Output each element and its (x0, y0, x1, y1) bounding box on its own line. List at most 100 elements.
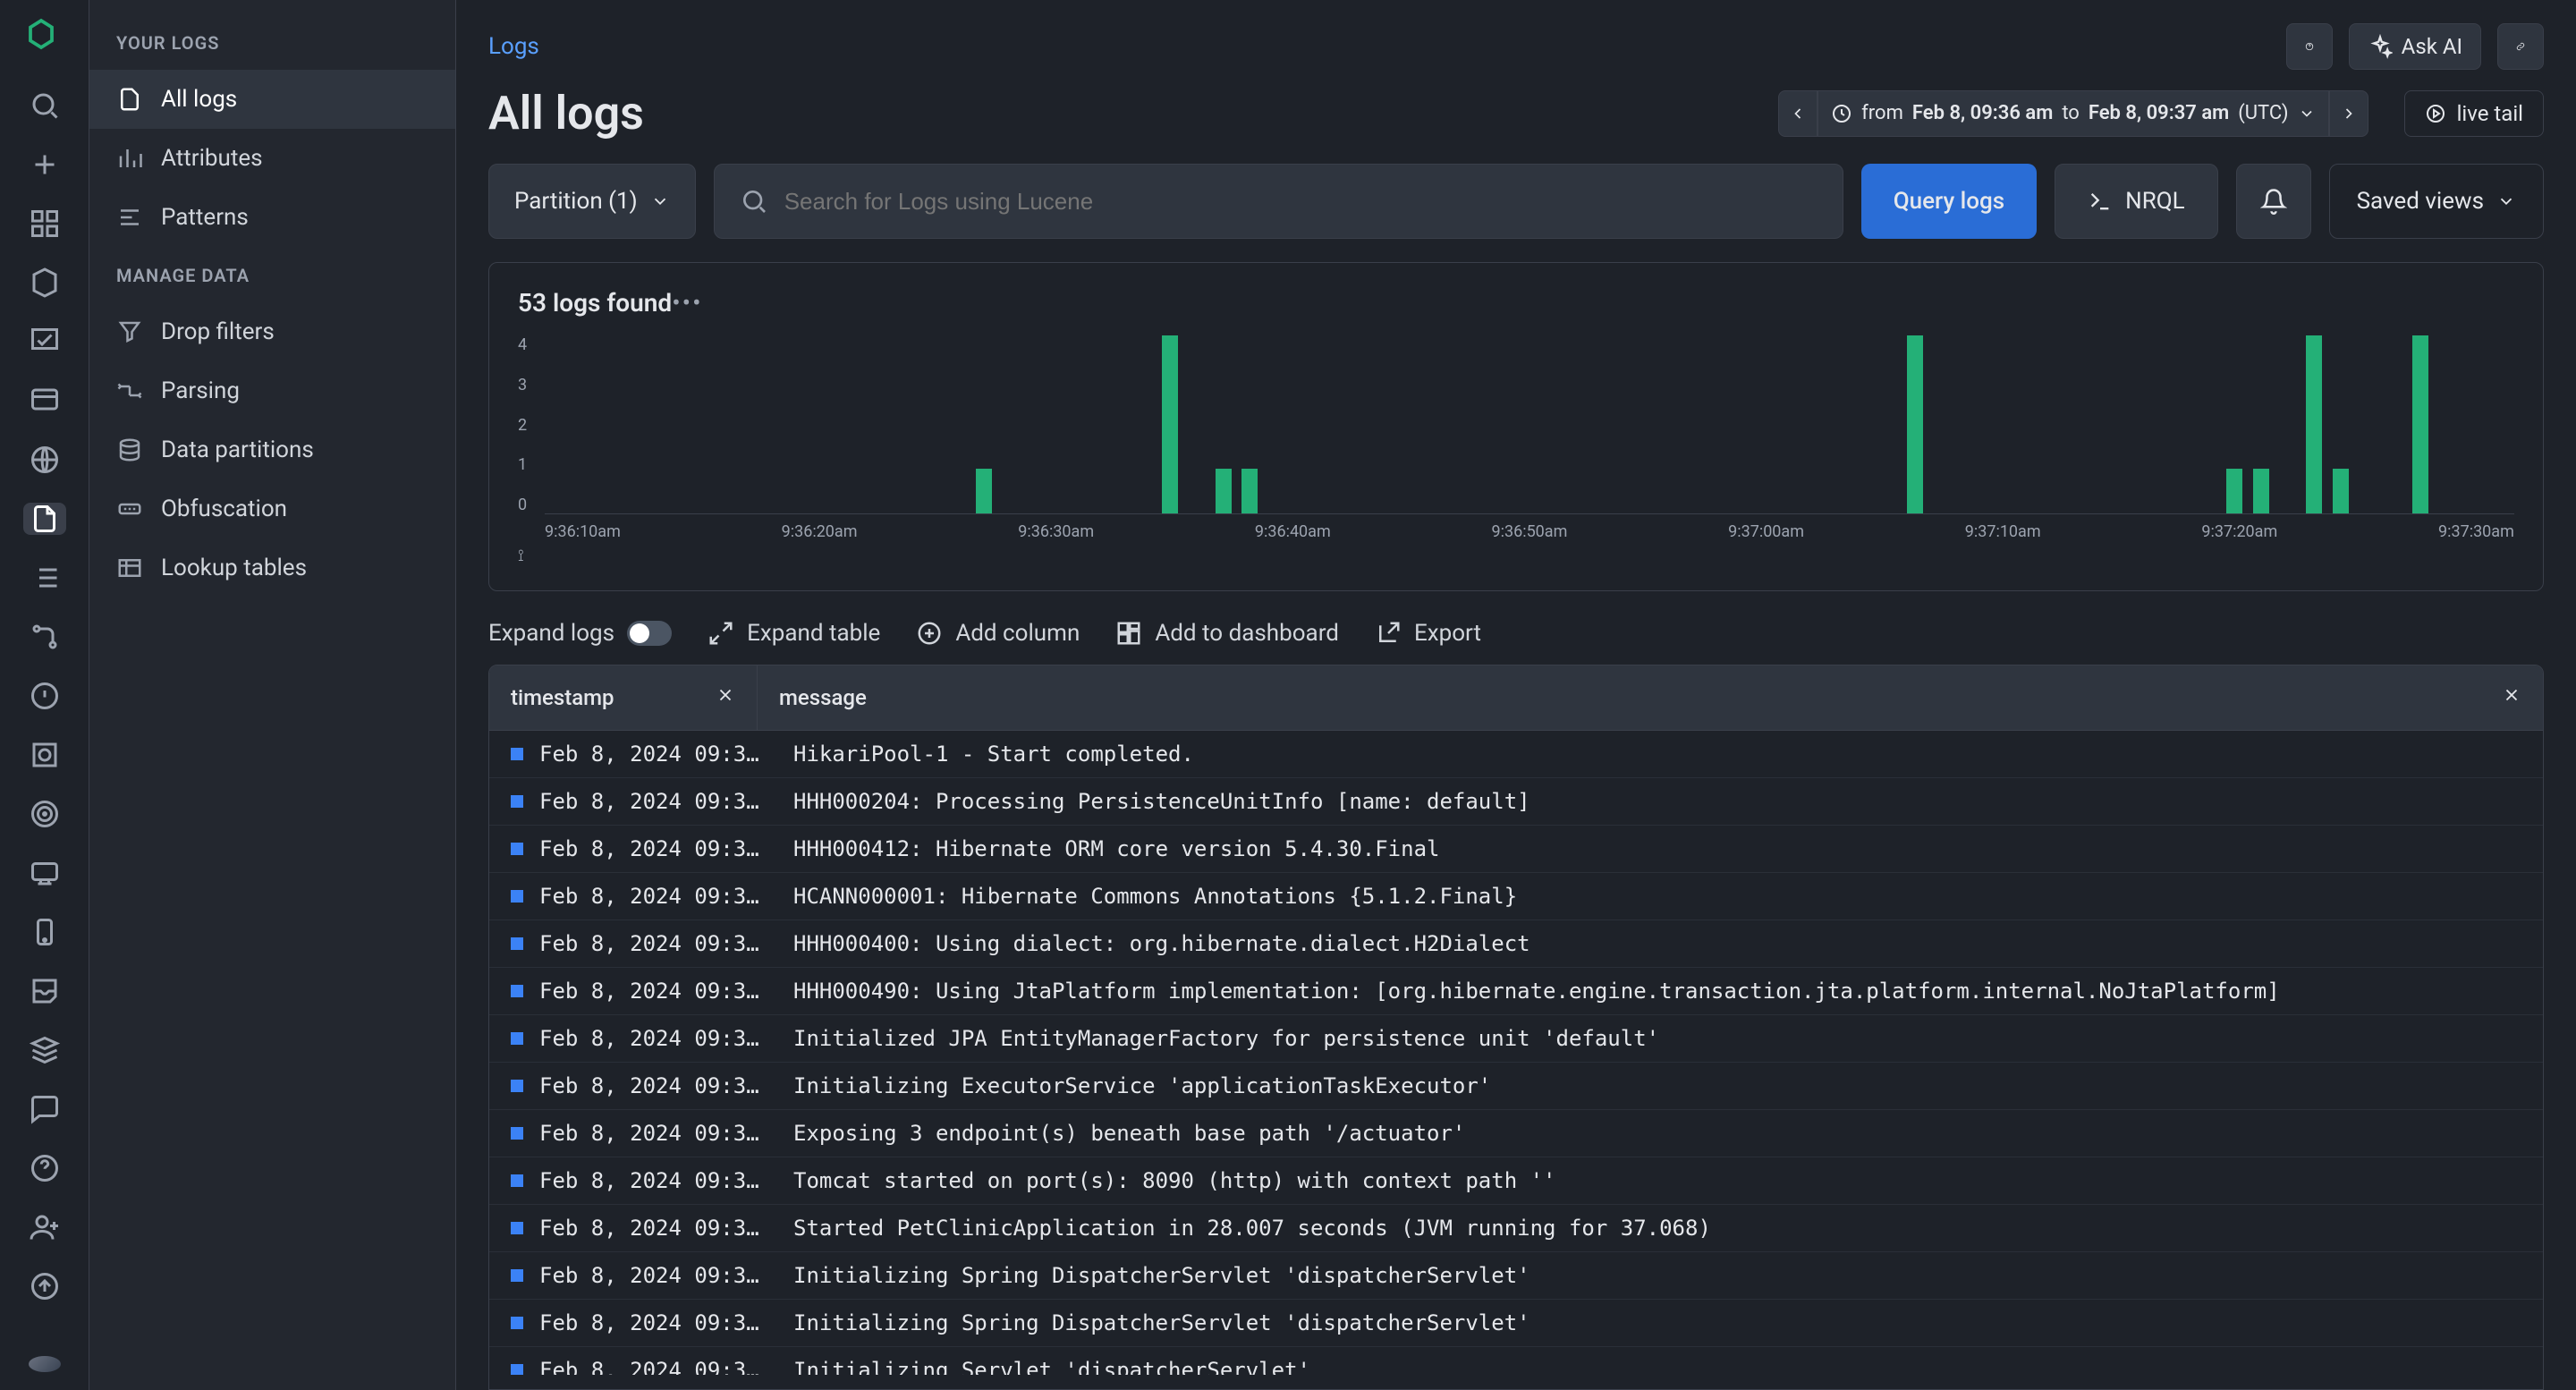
chart-bar-col (1982, 335, 2009, 513)
chart-bar[interactable] (1907, 335, 1923, 513)
query-logs-button[interactable]: Query logs (1861, 164, 2037, 239)
export-button[interactable]: Export (1375, 620, 1481, 647)
sidebar-item-obfuscation[interactable]: Obfuscation (89, 479, 455, 538)
toggle-switch[interactable] (627, 621, 672, 646)
add-column-button[interactable]: Add column (916, 620, 1080, 647)
table-header: timestamp message (489, 665, 2543, 731)
rail-traces[interactable] (23, 621, 66, 653)
message-cell: HHH000400: Using dialect: org.hibernate.… (772, 931, 2521, 956)
table-row[interactable]: Feb 8, 2024 09:36:…Started PetClinicAppl… (489, 1205, 2543, 1252)
partition-button[interactable]: Partition (1) (488, 164, 696, 239)
sidebar-item-patterns[interactable]: Patterns (89, 188, 455, 247)
sidebar-item-lookup[interactable]: Lookup tables (89, 538, 455, 598)
saved-views-button[interactable]: Saved views (2329, 164, 2544, 239)
table-row[interactable]: Feb 8, 2024 09:36:…HHH000412: Hibernate … (489, 826, 2543, 873)
chart-bar[interactable] (1162, 335, 1178, 513)
rail-entities[interactable] (23, 267, 66, 299)
timestamp-cell: Feb 8, 2024 09:36:… (539, 931, 772, 956)
th-timestamp[interactable]: timestamp (489, 665, 758, 730)
table-row[interactable]: Feb 8, 2024 09:36:…HHH000204: Processing… (489, 778, 2543, 826)
sidebar-label: Attributes (161, 145, 263, 172)
rail-apps[interactable] (23, 208, 66, 240)
sidebar-item-partitions[interactable]: Data partitions (89, 420, 455, 479)
rail-add[interactable] (23, 148, 66, 181)
sidebar-item-parsing[interactable]: Parsing (89, 361, 455, 420)
rail-mobile[interactable] (23, 916, 66, 948)
rail-errors[interactable] (23, 680, 66, 712)
rail-logs[interactable] (23, 503, 66, 535)
sidebar-item-drop-filters[interactable]: Drop filters (89, 302, 455, 361)
add-dashboard-button[interactable]: Add to dashboard (1115, 620, 1339, 647)
sidebar-item-attributes[interactable]: Attributes (89, 129, 455, 188)
link-icon (2516, 34, 2525, 59)
chart-bar-col (2062, 335, 2089, 513)
chart-bar[interactable] (1241, 469, 1258, 513)
rail-browser[interactable] (23, 385, 66, 417)
chart-plot[interactable] (545, 335, 2514, 514)
chart-bar-col (1183, 335, 1210, 513)
ask-ai-button[interactable]: Ask AI (2349, 23, 2481, 70)
rail-dashboards[interactable] (23, 326, 66, 358)
table-row[interactable]: Feb 8, 2024 09:36:…HHH000400: Using dial… (489, 920, 2543, 968)
table-row[interactable]: Feb 8, 2024 09:37:…Initializing Spring D… (489, 1252, 2543, 1300)
expand-logs-toggle[interactable]: Expand logs (488, 620, 672, 647)
table-row[interactable]: Feb 8, 2024 09:36:…HCANN000001: Hibernat… (489, 873, 2543, 920)
chart-bar[interactable] (1216, 469, 1232, 513)
rail-list[interactable] (23, 562, 66, 594)
table-row[interactable]: Feb 8, 2024 09:37:…Initializing Spring D… (489, 1300, 2543, 1347)
chart-bar[interactable] (2226, 469, 2242, 513)
rail-target[interactable] (23, 798, 66, 830)
chart-bar[interactable] (2333, 469, 2349, 513)
alerts-button[interactable] (2236, 164, 2311, 239)
rail-synthetics[interactable] (23, 857, 66, 889)
chart-bar[interactable] (2253, 469, 2269, 513)
chart-menu-button[interactable]: ••• (672, 288, 702, 318)
remove-timestamp-column[interactable] (716, 685, 735, 710)
rail-globe[interactable] (23, 444, 66, 476)
chart-bar-col (1396, 335, 1423, 513)
rail-feedback[interactable] (23, 1093, 66, 1125)
time-range-button[interactable]: from Feb 8, 09:36 am to Feb 8, 09:37 am … (1818, 90, 2328, 137)
x-tick: 9:37:10am (1965, 522, 2041, 541)
share-button[interactable] (2497, 23, 2544, 70)
icon-rail (0, 0, 89, 1390)
severity-dot (511, 985, 523, 997)
y-tick: 1 (518, 455, 527, 474)
chart-area: 43210 9:36:10am9:36:20am9:36:30am9:36:40… (545, 335, 2514, 541)
rail-upgrade[interactable] (23, 1270, 66, 1302)
chart-bar[interactable] (2412, 335, 2428, 513)
rail-invite[interactable] (23, 1211, 66, 1243)
chart-bar-col (1317, 335, 1343, 513)
table-row[interactable]: Feb 8, 2024 09:36:…Tomcat started on por… (489, 1157, 2543, 1205)
nrql-button[interactable]: NRQL (2055, 164, 2217, 239)
time-next-button[interactable] (2329, 90, 2368, 137)
table-row[interactable]: Feb 8, 2024 09:36:…HikariPool-1 - Start … (489, 731, 2543, 778)
rail-help[interactable] (23, 1152, 66, 1184)
action-bar: Expand logs Expand table Add column Add … (456, 609, 2576, 665)
remove-message-column[interactable] (2502, 685, 2521, 710)
time-prev-button[interactable] (1778, 90, 1818, 137)
expand-table-button[interactable]: Expand table (708, 620, 880, 647)
chart-bar-col (944, 335, 970, 513)
table-row[interactable]: Feb 8, 2024 09:36:…Initializing Executor… (489, 1063, 2543, 1110)
rail-alerts[interactable] (23, 739, 66, 771)
chart-bar[interactable] (976, 469, 992, 513)
table-row[interactable]: Feb 8, 2024 09:36:…Exposing 3 endpoint(s… (489, 1110, 2543, 1157)
live-tail-button[interactable]: live tail (2404, 90, 2544, 137)
th-message[interactable]: message (758, 665, 2543, 730)
help-button[interactable] (2286, 23, 2333, 70)
avatar[interactable] (29, 1356, 61, 1372)
timestamp-cell: Feb 8, 2024 09:36:… (539, 1026, 772, 1051)
table-row[interactable]: Feb 8, 2024 09:36:…Initialized JPA Entit… (489, 1015, 2543, 1063)
table-row[interactable]: Feb 8, 2024 09:36:…HHH000490: Using JtaP… (489, 968, 2543, 1015)
rail-stack[interactable] (23, 1034, 66, 1066)
rail-search[interactable] (23, 89, 66, 122)
table-row[interactable]: Feb 8, 2024 09:37:…Initializing Servlet … (489, 1347, 2543, 1375)
chart-bar-col (784, 335, 811, 513)
rail-inbox[interactable] (23, 975, 66, 1007)
sidebar-item-all-logs[interactable]: All logs (89, 70, 455, 129)
chart-bar-col (1742, 335, 1769, 513)
search-input[interactable] (784, 188, 1818, 216)
breadcrumb-link[interactable]: Logs (488, 33, 539, 60)
chart-bar[interactable] (2306, 335, 2322, 513)
